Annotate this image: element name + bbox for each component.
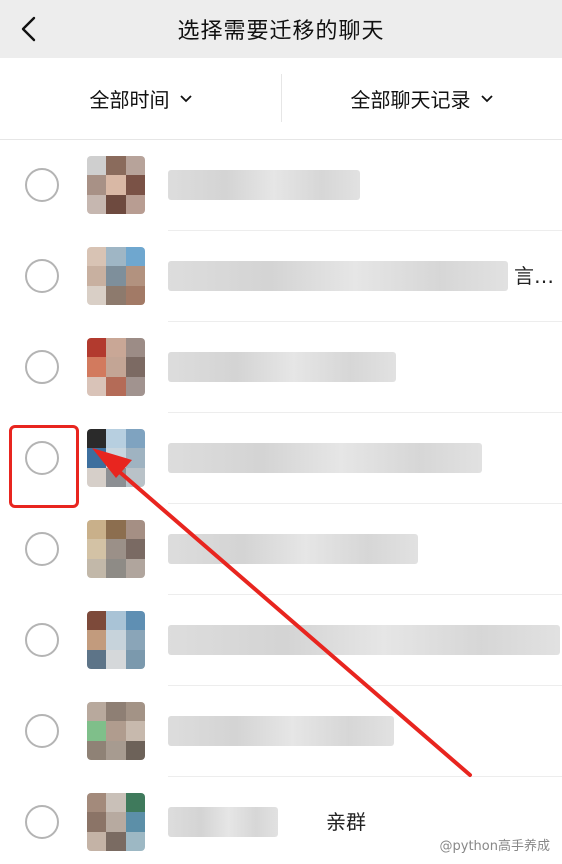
chat-list-item[interactable] (0, 686, 562, 777)
chat-list-item[interactable] (0, 595, 562, 686)
select-radio[interactable] (25, 805, 59, 839)
back-button[interactable] (10, 9, 46, 49)
chat-name-blurred (168, 807, 278, 837)
chat-name-blurred (168, 261, 508, 291)
chat-name-blurred (168, 716, 394, 746)
chat-name-blurred (168, 534, 418, 564)
select-radio[interactable] (25, 714, 59, 748)
time-filter-label: 全部时间 (89, 88, 170, 112)
select-radio[interactable] (25, 350, 59, 384)
chat-name-blurred (168, 625, 560, 655)
select-radio[interactable] (25, 532, 59, 566)
group-avatar (87, 520, 145, 578)
select-radio[interactable] (25, 623, 59, 657)
group-avatar (87, 338, 145, 396)
filter-divider (281, 74, 282, 122)
chat-type-filter-dropdown[interactable]: 全部聊天记录 (281, 58, 562, 139)
chat-name-blurred (168, 352, 396, 382)
chat-name-suffix: 言… (514, 264, 554, 288)
chat-list-item[interactable] (0, 413, 562, 504)
chat-list-item[interactable] (0, 140, 562, 231)
chevron-down-icon (480, 94, 493, 103)
group-avatar (87, 156, 145, 214)
chat-list-item[interactable]: 言… (0, 231, 562, 322)
chat-name-blurred (168, 443, 482, 473)
chat-type-filter-label: 全部聊天记录 (350, 88, 471, 112)
chat-list-item[interactable] (0, 504, 562, 595)
group-avatar (87, 702, 145, 760)
chat-name-suffix: 亲群 (326, 810, 366, 834)
chevron-left-icon (21, 16, 36, 42)
group-avatar (87, 611, 145, 669)
chevron-down-icon (179, 94, 192, 103)
top-navigation-bar: 选择需要迁移的聊天 (0, 0, 562, 58)
watermark: @python高手养成 (440, 835, 550, 854)
page-title: 选择需要迁移的聊天 (177, 19, 385, 44)
select-radio[interactable] (25, 168, 59, 202)
chat-list: 言… 亲群 (0, 140, 562, 864)
group-avatar (87, 793, 145, 851)
chat-list-item[interactable] (0, 322, 562, 413)
annotation-highlight-box (9, 425, 79, 508)
group-avatar (87, 429, 145, 487)
group-avatar (87, 247, 145, 305)
select-radio[interactable] (25, 259, 59, 293)
watermark-text: @python高手养成 (439, 839, 550, 854)
time-filter-dropdown[interactable]: 全部时间 (0, 58, 281, 139)
chat-name-blurred (168, 170, 360, 200)
